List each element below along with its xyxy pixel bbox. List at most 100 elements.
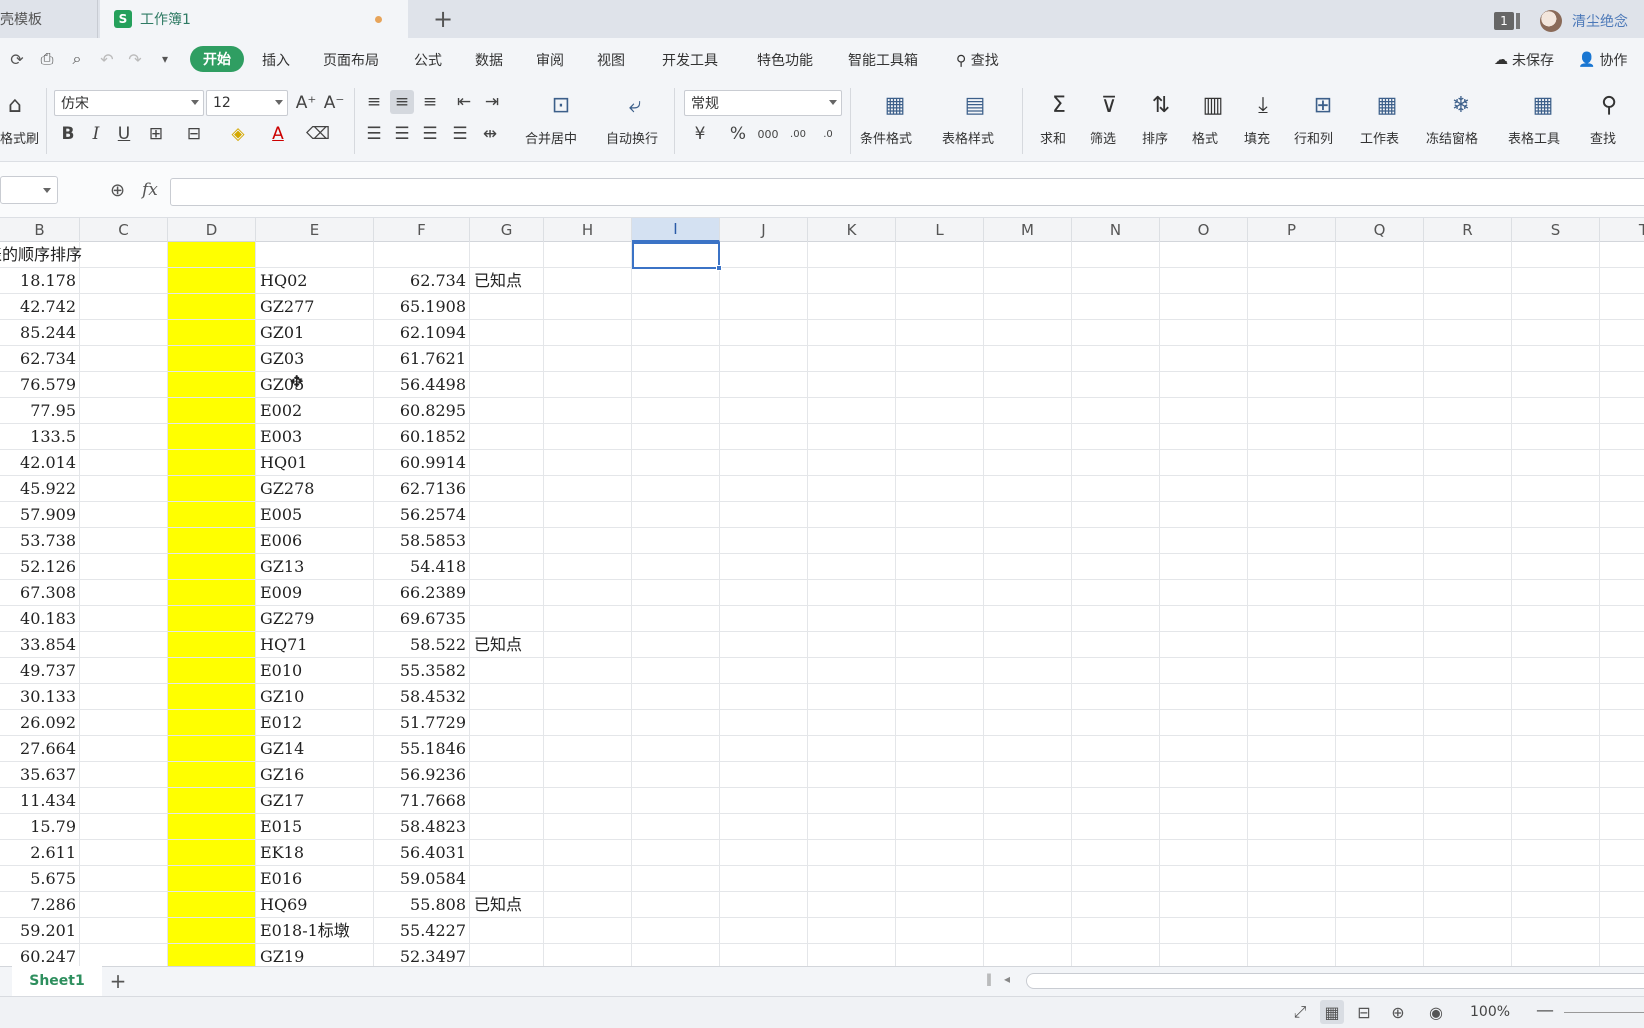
align-bottom-icon[interactable]: ≡: [418, 90, 442, 114]
cell-g[interactable]: [474, 580, 546, 606]
cell-b[interactable]: 30.133: [0, 684, 76, 710]
cell-e[interactable]: E015: [260, 814, 376, 840]
cell-b[interactable]: 26.092: [0, 710, 76, 736]
worksheet-button[interactable]: 工作表: [1360, 128, 1399, 147]
cell-f[interactable]: 58.4532: [374, 684, 466, 710]
cell-g[interactable]: [474, 840, 546, 866]
distribute-icon[interactable]: ⇹: [478, 122, 502, 146]
cell-g[interactable]: [474, 866, 546, 892]
column-header-o[interactable]: O: [1160, 218, 1248, 242]
column-header-m[interactable]: M: [984, 218, 1072, 242]
tab-template[interactable]: 稻壳模板: [0, 0, 98, 38]
cell-b[interactable]: 53.738: [0, 528, 76, 554]
cell-f[interactable]: 58.5853: [374, 528, 466, 554]
cell-b[interactable]: 45.922: [0, 476, 76, 502]
new-tab-icon[interactable]: +: [428, 4, 458, 34]
cell-b[interactable]: 11.434: [0, 788, 76, 814]
format-brush-quick-icon[interactable]: ⟳: [6, 48, 28, 70]
underline-icon[interactable]: U: [112, 122, 136, 146]
cell-b[interactable]: 62.734: [0, 346, 76, 372]
table-style-icon[interactable]: ▤: [960, 90, 990, 120]
cell-b[interactable]: 42.742: [0, 294, 76, 320]
normal-view-icon[interactable]: ▦: [1320, 1000, 1344, 1024]
column-header-s[interactable]: S: [1512, 218, 1600, 242]
rows-cols-icon[interactable]: ⊞: [1308, 90, 1338, 120]
cell-e[interactable]: GZ10: [260, 684, 376, 710]
cell-g[interactable]: [474, 684, 546, 710]
cell-b[interactable]: 7.286: [0, 892, 76, 918]
cell-e[interactable]: GZ14: [260, 736, 376, 762]
table-style-button[interactable]: 表格样式: [942, 128, 994, 147]
column-header-n[interactable]: N: [1072, 218, 1160, 242]
column-header-j[interactable]: J: [720, 218, 808, 242]
cell-g[interactable]: [474, 710, 546, 736]
freeze-button[interactable]: 冻结窗格: [1426, 128, 1478, 147]
column-header-k[interactable]: K: [808, 218, 896, 242]
cell-g[interactable]: [474, 788, 546, 814]
cell-e[interactable]: GZ01: [260, 320, 376, 346]
column-header-d[interactable]: D: [168, 218, 256, 242]
conditional-format-icon[interactable]: ▦: [880, 90, 910, 120]
cell-header-text[interactable]: 表的顺序排序: [0, 242, 82, 268]
cell-f[interactable]: 58.522: [374, 632, 466, 658]
cell-b[interactable]: 133.5: [0, 424, 76, 450]
cell-b[interactable]: 77.95: [0, 398, 76, 424]
sort-icon[interactable]: ⇅: [1146, 90, 1176, 120]
cell-e[interactable]: GZ13: [260, 554, 376, 580]
borders-icon[interactable]: ⊞: [144, 122, 168, 146]
redo-icon[interactable]: ↷: [124, 48, 146, 70]
cell-f[interactable]: 55.1846: [374, 736, 466, 762]
cell-g[interactable]: [474, 658, 546, 684]
cell-e[interactable]: E002: [260, 398, 376, 424]
currency-icon[interactable]: ¥: [688, 122, 712, 146]
cell-f[interactable]: 59.0584: [374, 866, 466, 892]
font-color-icon[interactable]: A: [266, 122, 290, 146]
menu-developer[interactable]: 开发工具: [662, 50, 718, 70]
cell-g[interactable]: [474, 372, 546, 398]
cell-e[interactable]: E009: [260, 580, 376, 606]
print-preview-icon[interactable]: ⌕: [66, 48, 88, 70]
cell-g[interactable]: [474, 398, 546, 424]
cell-f[interactable]: 55.808: [374, 892, 466, 918]
menu-formulas[interactable]: 公式: [414, 50, 442, 70]
cell-g[interactable]: 已知点: [474, 892, 546, 918]
cell-e[interactable]: E016: [260, 866, 376, 892]
fill-style-icon[interactable]: ⊟: [182, 122, 206, 146]
customize-dropdown-icon[interactable]: ▾: [154, 48, 176, 70]
username[interactable]: 清尘绝念: [1572, 11, 1628, 31]
eye-protection-icon[interactable]: ◉: [1424, 1000, 1448, 1024]
cell-f[interactable]: 56.4498: [374, 372, 466, 398]
cell-b[interactable]: 5.675: [0, 866, 76, 892]
page-break-view-icon[interactable]: ⊟: [1352, 1000, 1376, 1024]
cell-b[interactable]: 2.611: [0, 840, 76, 866]
cell-e[interactable]: GZ03: [260, 346, 376, 372]
cell-e[interactable]: E010: [260, 658, 376, 684]
clear-format-icon[interactable]: ⌫: [306, 122, 330, 146]
table-tools-button[interactable]: 表格工具: [1508, 128, 1560, 147]
cell-g[interactable]: [474, 346, 546, 372]
cell-f[interactable]: 52.3497: [374, 944, 466, 966]
cell-b[interactable]: 67.308: [0, 580, 76, 606]
indent-increase-icon[interactable]: ⇥: [480, 90, 504, 114]
window-count-badge[interactable]: 1: [1494, 12, 1514, 30]
cell-f[interactable]: 54.418: [374, 554, 466, 580]
cell-e[interactable]: E006: [260, 528, 376, 554]
cell-g[interactable]: [474, 944, 546, 966]
sum-button[interactable]: 求和: [1040, 128, 1066, 147]
print-icon[interactable]: ⎙: [36, 48, 58, 70]
column-header-e[interactable]: E: [256, 218, 374, 242]
cell-e[interactable]: HQ02: [260, 268, 376, 294]
add-sheet-icon[interactable]: +: [106, 968, 130, 994]
align-middle-icon[interactable]: ≡: [390, 90, 414, 114]
horizontal-scrollbar[interactable]: [1026, 973, 1644, 989]
menu-review[interactable]: 审阅: [536, 50, 564, 70]
zoom-slider[interactable]: [1564, 1012, 1644, 1013]
cell-b[interactable]: 35.637: [0, 762, 76, 788]
cell-g[interactable]: [474, 320, 546, 346]
wrap-text-icon[interactable]: ⤶: [620, 90, 650, 120]
cell-e[interactable]: E005: [260, 502, 376, 528]
align-right-icon[interactable]: ☰: [418, 122, 442, 146]
cell-e[interactable]: GZ279: [260, 606, 376, 632]
cell-f[interactable]: 61.7621: [374, 346, 466, 372]
format-icon[interactable]: ▥: [1198, 90, 1228, 120]
